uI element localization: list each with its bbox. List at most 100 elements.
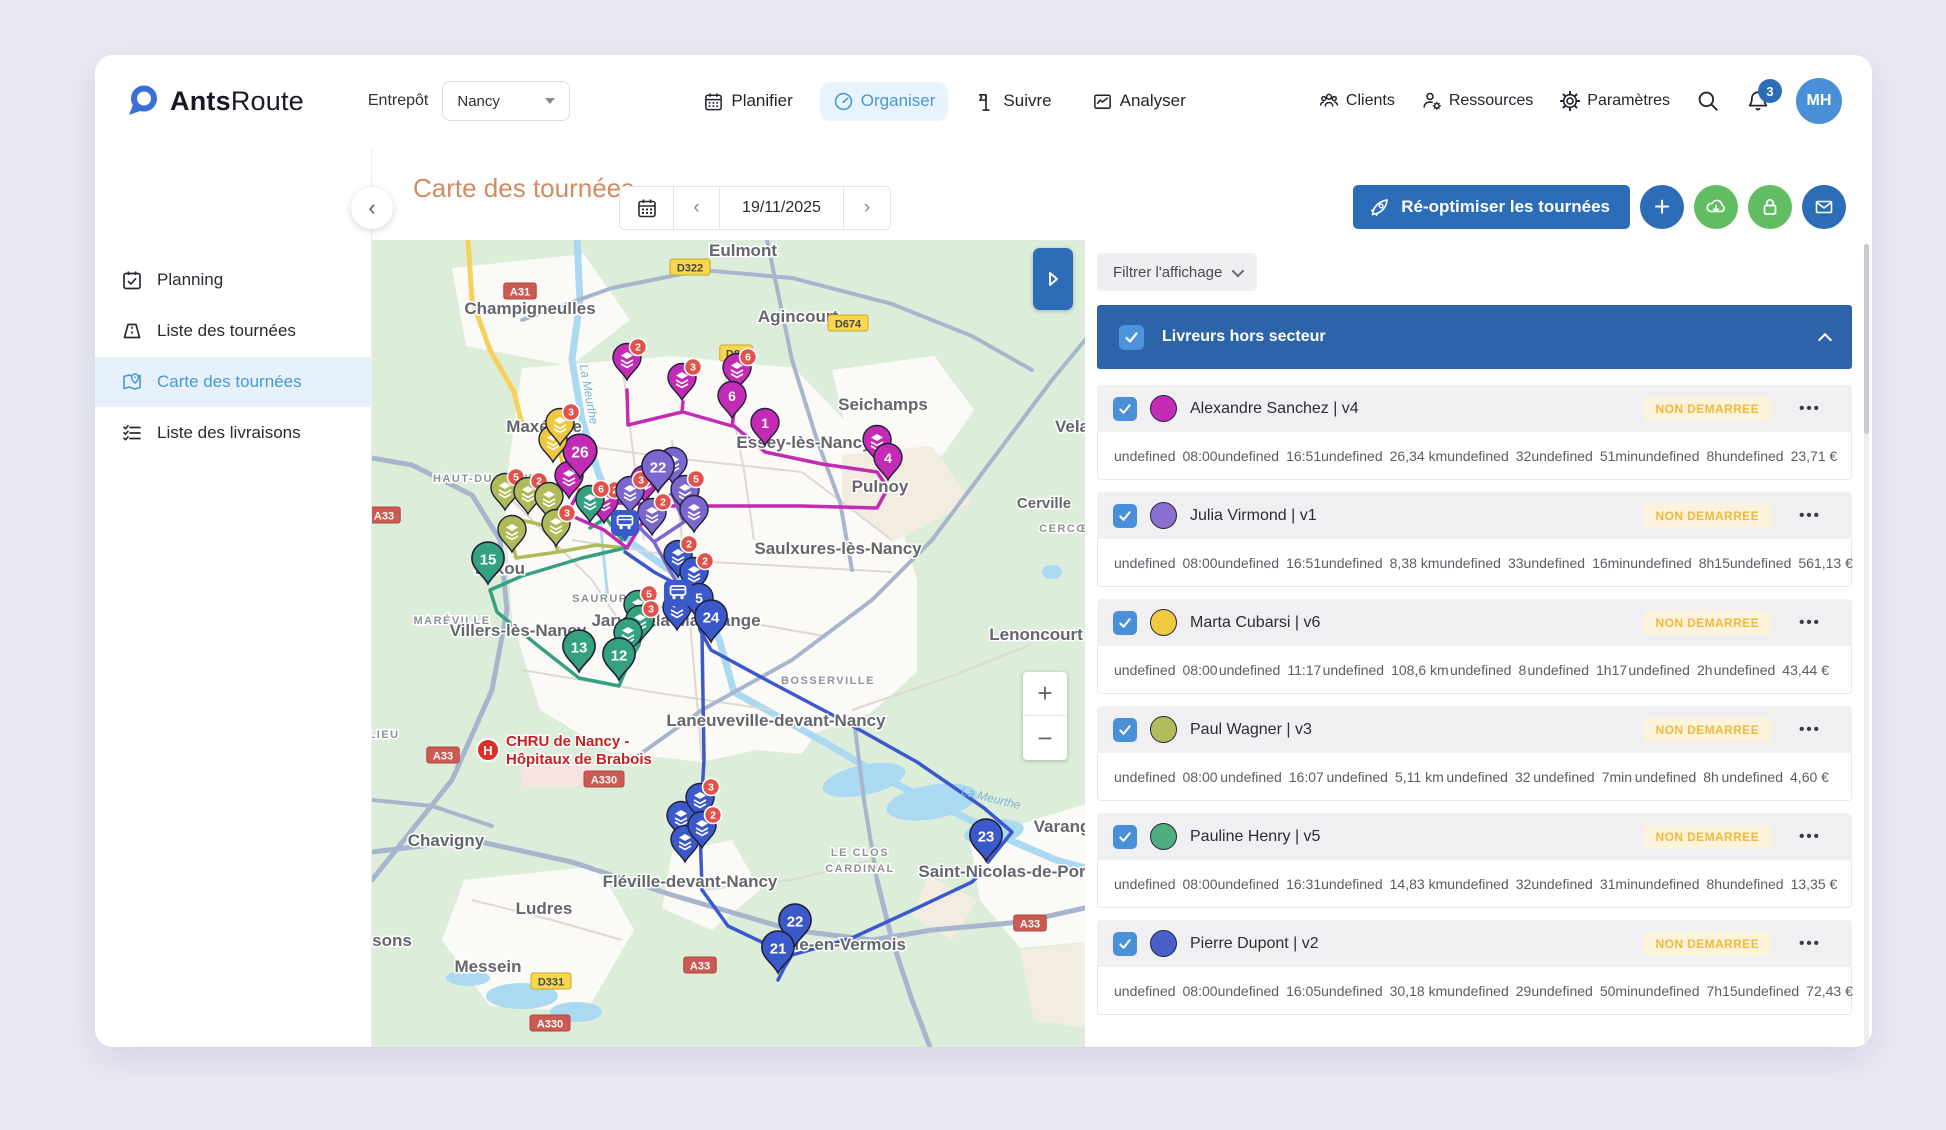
- driver-stat-value: 4,60 €: [1790, 769, 1829, 785]
- driver-menu-button[interactable]: •••: [1784, 400, 1836, 417]
- top-link-clients[interactable]: Clients: [1318, 90, 1395, 112]
- add-button[interactable]: +: [1640, 185, 1684, 229]
- group-header-livreurs-hors-secteur[interactable]: Livreurs hors secteur: [1097, 305, 1852, 369]
- driver-stat-value: 8h: [1707, 876, 1723, 892]
- lock-button[interactable]: [1748, 185, 1792, 229]
- cloud-sync-button[interactable]: [1694, 185, 1738, 229]
- driver-name: Marta Cubarsi | v6: [1190, 614, 1320, 632]
- date-next-button[interactable]: ›: [844, 187, 890, 229]
- cloud-download-icon: [1704, 195, 1728, 219]
- svg-text:A33: A33: [1020, 919, 1040, 931]
- driver-checkbox[interactable]: [1113, 611, 1137, 635]
- filter-display-button[interactable]: Filtrer l'affichage: [1097, 253, 1257, 291]
- driver-stat: undefined16:07: [1220, 769, 1324, 785]
- vehicle-icon: undefined: [1524, 555, 1586, 571]
- person-gear-icon: [1421, 90, 1443, 112]
- notifications-button[interactable]: 3: [1746, 89, 1770, 113]
- zoom-out-button[interactable]: −: [1023, 716, 1067, 760]
- map-town-label: LIEU: [372, 729, 400, 741]
- map-town-label: LE CLOS: [831, 847, 889, 859]
- driver-stats-row: undefined08:00undefined16:51undefined8,3…: [1097, 539, 1852, 587]
- panel-scrollbar-thumb[interactable]: [1864, 244, 1869, 434]
- map-town-label: Champigneulles: [464, 299, 595, 318]
- warehouse-select[interactable]: Nancy: [442, 81, 570, 121]
- nav-item-planifier[interactable]: Planifier: [690, 82, 805, 121]
- driver-stat: undefined108,6 km: [1323, 662, 1449, 678]
- driver-stats-row: undefined08:00undefined16:51undefined26,…: [1097, 432, 1852, 480]
- driver-stat-value: 7min: [1602, 769, 1632, 785]
- driver-checkbox[interactable]: [1113, 718, 1137, 742]
- map-town-label: Cerville: [1017, 495, 1071, 512]
- driver-stat-value: 16min: [1592, 555, 1630, 571]
- driver-checkbox[interactable]: [1113, 504, 1137, 528]
- cost-icon: undefined: [1722, 448, 1784, 464]
- driver-card-header: Marta Cubarsi | v6NON DEMARREE•••: [1097, 599, 1852, 646]
- routes-map[interactable]: EulmontChampigneullesAgincourtSeichampsE…: [372, 240, 1085, 1047]
- road-badge: D674: [828, 315, 868, 331]
- reoptimize-label: Ré-optimiser les tournées: [1401, 197, 1610, 217]
- driver-stat-value: 26,34 km: [1390, 448, 1448, 464]
- driver-stat-value: 11:17: [1287, 662, 1321, 678]
- driver-menu-button[interactable]: •••: [1784, 507, 1836, 524]
- driver-menu-button[interactable]: •••: [1784, 828, 1836, 845]
- top-link-label: Ressources: [1449, 92, 1533, 110]
- reoptimize-button[interactable]: Ré-optimiser les tournées: [1353, 185, 1630, 229]
- marker-number: 4: [884, 450, 892, 466]
- date-prev-button[interactable]: ‹: [674, 187, 720, 229]
- marker-count-badge: 3: [559, 505, 576, 522]
- marker-number: 13: [571, 639, 588, 656]
- calendar-button[interactable]: [620, 187, 674, 229]
- top-link-ressources[interactable]: Ressources: [1421, 90, 1533, 112]
- search-button[interactable]: [1696, 89, 1720, 113]
- check-icon: [1118, 509, 1132, 523]
- driver-name: Pierre Dupont | v2: [1190, 935, 1319, 953]
- driver-menu-button[interactable]: •••: [1784, 614, 1836, 631]
- user-avatar[interactable]: MH: [1796, 78, 1842, 124]
- driver-stat: undefined5,11 km: [1326, 769, 1443, 785]
- driver-menu-button[interactable]: •••: [1784, 935, 1836, 952]
- driver-stat-value: 43,44 €: [1782, 662, 1829, 678]
- nav-item-suivre[interactable]: Suivre: [962, 82, 1064, 121]
- driver-checkbox[interactable]: [1113, 397, 1137, 421]
- driver-stat: undefined72,43 €: [1738, 983, 1853, 999]
- flag-start-icon: undefined: [1114, 448, 1176, 464]
- check-icon: [1118, 937, 1132, 951]
- sidebar-item-carte-tournees[interactable]: Carte des tournées: [95, 357, 372, 407]
- road-icon: [121, 320, 143, 342]
- mail-button[interactable]: [1802, 185, 1846, 229]
- svg-text:5: 5: [693, 474, 699, 486]
- nav-item-organiser[interactable]: Organiser: [820, 82, 949, 121]
- map-town-label: Saint-Nicolas-de-Por: [918, 862, 1085, 881]
- app-logo[interactable]: AntsRoute: [125, 83, 304, 119]
- current-date[interactable]: 19/11/2025: [720, 187, 844, 229]
- nav-item-analyser[interactable]: Analyser: [1079, 82, 1199, 121]
- sidebar-item-liste-livraisons[interactable]: Liste des livraisons: [95, 408, 372, 458]
- driver-menu-button[interactable]: •••: [1784, 721, 1836, 738]
- driver-stat-value: 08:00: [1183, 662, 1218, 678]
- flag-finish-icon: undefined: [1218, 983, 1280, 999]
- nav-item-label: Organiser: [861, 91, 936, 111]
- zoom-in-button[interactable]: +: [1023, 672, 1067, 716]
- map-town-label: Seichamps: [838, 395, 928, 414]
- driver-stat-value: 8: [1518, 662, 1526, 678]
- marker-count-badge: 5: [688, 471, 705, 488]
- sidebar-item-planning[interactable]: Planning: [95, 255, 372, 305]
- svg-text:D322: D322: [677, 263, 703, 275]
- driver-checkbox[interactable]: [1113, 825, 1137, 849]
- sidebar-item-label: Liste des livraisons: [157, 423, 301, 443]
- sidebar-item-liste-tournees[interactable]: Liste des tournées: [95, 306, 372, 356]
- collapse-panel-button[interactable]: [1033, 248, 1073, 310]
- driver-checkbox[interactable]: [1113, 932, 1137, 956]
- top-navigation-bar: AntsRoute Entrepôt Nancy PlanifierOrgani…: [95, 55, 1872, 147]
- signpost-icon: [975, 91, 996, 112]
- back-button[interactable]: ‹: [351, 187, 393, 229]
- driver-stat-value: 8h15: [1699, 555, 1730, 571]
- logo-text: AntsRoute: [170, 86, 304, 117]
- person-time-icon: undefined: [1635, 769, 1697, 785]
- road-badge: A33: [1014, 915, 1047, 931]
- group-checkbox[interactable]: [1119, 325, 1144, 350]
- top-link-label: Paramètres: [1587, 92, 1670, 110]
- top-link-parametres[interactable]: Paramètres: [1559, 90, 1670, 112]
- svg-text:H: H: [483, 743, 492, 758]
- check-icon: [1118, 830, 1132, 844]
